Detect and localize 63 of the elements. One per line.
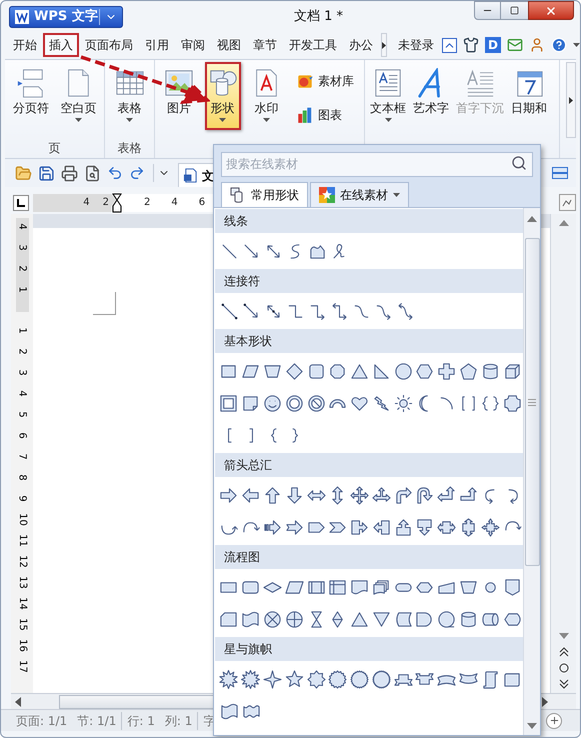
- status-text: 节: 1/1: [72, 712, 122, 730]
- panel-tab[interactable]: 在线素材: [310, 182, 409, 207]
- ruler-number: 2: [15, 348, 28, 355]
- menu-tab[interactable]: 开发工具: [283, 33, 343, 57]
- app-menu-button[interactable]: WPS 文字: [9, 6, 123, 28]
- ruler-number: 4: [16, 223, 28, 230]
- ruler-number: 3: [15, 369, 28, 376]
- ruler-number: 15: [16, 618, 28, 631]
- panel-tab[interactable]: 常用形状: [221, 182, 308, 207]
- menu-tab[interactable]: 视图: [211, 33, 247, 57]
- menu-tab[interactable]: 章节: [247, 33, 283, 57]
- ruler-number: 16: [16, 639, 28, 652]
- ribbon-button[interactable]: 文本框: [367, 62, 409, 130]
- ruler-number: 9: [15, 495, 28, 502]
- ribbon-button[interactable]: 水印: [248, 62, 284, 130]
- status-text: 页面: 1/1: [15, 712, 68, 730]
- section-header: 箭头总汇: [215, 453, 523, 477]
- section-header: 连接符: [215, 269, 523, 293]
- ribbon-button[interactable]: 分页符: [10, 62, 52, 130]
- ruler-number: 12: [16, 555, 28, 568]
- ruler-number: 6: [198, 196, 206, 210]
- ribbon-button[interactable]: 空白页: [57, 62, 100, 130]
- menu-tab[interactable]: 插入: [43, 33, 79, 57]
- ruler-number: 11: [16, 534, 28, 547]
- ruler-number: 4: [83, 196, 90, 210]
- ruler-number: 2: [102, 196, 109, 210]
- ruler-number: 1: [16, 286, 28, 293]
- ribbon-button[interactable]: 素材库: [292, 66, 358, 96]
- section-header: 基本形状: [215, 329, 523, 353]
- menu-tab[interactable]: 审阅: [175, 33, 211, 57]
- section-header: 线条: [215, 209, 523, 233]
- ruler-number: 8: [15, 474, 28, 481]
- menu-tab[interactable]: 页面布局: [79, 33, 139, 57]
- ribbon-button[interactable]: 日期和: [508, 62, 550, 130]
- ruler-number: 1: [15, 327, 28, 334]
- ruler-number: 4: [15, 390, 28, 397]
- login-status[interactable]: 未登录: [398, 36, 434, 54]
- ruler-number: 3: [16, 244, 28, 251]
- ruler-number: 17: [16, 660, 28, 673]
- ruler-number: 4: [171, 196, 178, 210]
- ruler-number: 13: [16, 576, 28, 589]
- menu-tab[interactable]: 引用: [139, 33, 175, 57]
- menu-tab[interactable]: 开始: [7, 33, 43, 57]
- ruler-number: 2: [144, 196, 150, 210]
- window-title: 文档 1 *: [292, 8, 344, 26]
- ruler-number: 7: [15, 453, 28, 460]
- search-field[interactable]: 搜索在线素材: [221, 152, 533, 176]
- group-label: 表格: [116, 140, 142, 157]
- section-header: 星与旗帜: [215, 637, 523, 661]
- section-header: 流程图: [215, 545, 523, 569]
- status-text: 行: 1: [126, 712, 156, 730]
- ruler-number: 2: [16, 265, 28, 272]
- ruler-number: 5: [15, 411, 28, 418]
- menu-tab[interactable]: 办公: [343, 33, 379, 57]
- ruler-number: 6: [15, 432, 28, 439]
- ribbon-button[interactable]: 艺术字: [410, 62, 452, 130]
- badge-button[interactable]: D: [485, 37, 501, 53]
- ruler-number: 10: [16, 513, 28, 526]
- ribbon-button[interactable]: 形状: [204, 62, 241, 130]
- group-label: 页: [48, 140, 62, 157]
- status-text: 列: 1: [160, 712, 198, 730]
- ruler-number: 14: [16, 597, 28, 610]
- ribbon-button[interactable]: 图表: [292, 100, 358, 130]
